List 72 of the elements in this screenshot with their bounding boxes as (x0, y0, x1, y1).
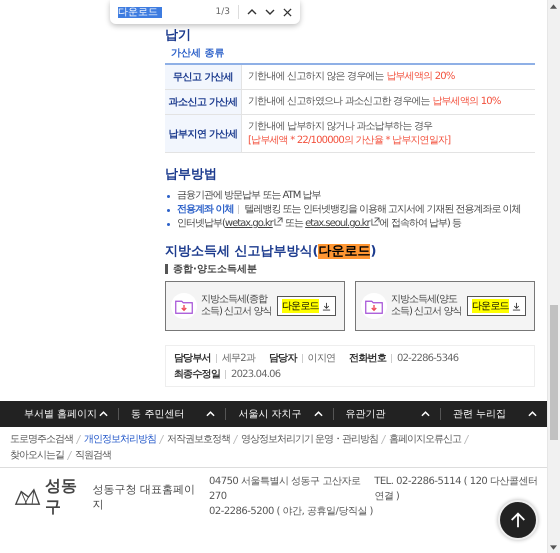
scroll-down-icon[interactable] (550, 545, 558, 550)
caret-up-icon (99, 411, 108, 417)
download-button[interactable]: 다운로드 (277, 296, 336, 316)
bullet-label: 가산세 종류 (171, 47, 226, 60)
footer-link[interactable]: 찾아오시는길 (10, 448, 64, 462)
next-match-icon[interactable] (265, 9, 275, 15)
contact-value: 세무2과 (222, 352, 255, 365)
list-text: 또는 (284, 218, 304, 229)
external-link-icon (274, 217, 283, 226)
footer-nav-item[interactable]: 서울시 자치구 (225, 408, 333, 420)
form-name: 지방소득세(양도소득) 신고서 양식 (391, 294, 462, 318)
caret-up-icon (314, 411, 323, 417)
method-label: 전용계좌 이체 (177, 204, 234, 215)
logo-text: 성동구 (45, 476, 78, 518)
footer-nav-item[interactable]: 부서별 홈페이지 (0, 408, 118, 420)
section-heading: 지방소득세 신고납부방식(다운로드) (165, 243, 378, 260)
contact-value: 02-2286-5346 (397, 352, 458, 364)
scroll-up-icon[interactable] (550, 4, 558, 9)
contact-value: 이지연 (308, 352, 336, 365)
table-cell-text: 기한내에 신고하지 않은 경우에는 납부세액의 20% (247, 70, 456, 84)
close-icon[interactable] (283, 8, 292, 16)
scroll-thumb[interactable] (550, 305, 558, 440)
match-count: 1/3 (216, 7, 230, 17)
form-name: 지방소득세(종합소득) 신고서 양식 (201, 294, 272, 318)
list-text: 에 접속하여 납부) 등 (380, 218, 462, 229)
subsection-title: 종합·양도소득세분 (173, 263, 257, 276)
back-to-top-button[interactable] (498, 500, 538, 540)
site-link[interactable]: etax.seoul.go.kr (305, 218, 370, 229)
table-header-cell: 무신고 가산세 (165, 65, 242, 89)
download-button[interactable]: 다운로드 (467, 296, 526, 316)
list-text: 텔레뱅킹 또는 인터넷뱅킹을 이용해 고지서에 기재된 전용계좌로 이체 (244, 204, 521, 215)
footer-nav-item[interactable]: 동 주민센터 (118, 408, 226, 420)
folder-download-icon (175, 298, 193, 314)
site-name: 성동구청 대표홈페이지 (92, 482, 195, 512)
contact-label: 담당자 (268, 352, 297, 365)
caret-up-icon (528, 411, 538, 417)
footer-nav-item[interactable]: 유관기관 (332, 408, 440, 420)
contact-label: 담당부서 (174, 352, 211, 365)
footer-link[interactable]: 개인정보처리방침 (84, 432, 156, 446)
caret-up-icon (206, 411, 216, 417)
table-header-cell: 과소신고 가산세 (165, 90, 242, 114)
footer-link[interactable]: 저작권보호정책 (167, 432, 230, 446)
address-text: 04750 서울특별시 성동구 고산자로 270 (208, 475, 362, 504)
scrollbar[interactable] (547, 0, 560, 553)
download-icon (322, 302, 331, 310)
emblem-icon (14, 486, 42, 506)
list-text: 인터넷납부( (177, 218, 225, 229)
bullet-icon (167, 195, 170, 198)
table-cell-text: 기한내에 납부하지 않거나 과소납부하는 경우 [납부세액 * 22/100000의 가산율 * 납부지연일자] (247, 120, 452, 148)
contact-label: 전화번호 (349, 352, 386, 365)
site-link[interactable]: wetax.go.kr (224, 218, 273, 229)
footer-link[interactable]: 영상정보처리기기 운영・관리방침 (241, 432, 378, 446)
contact-value: 2023.04.06 (231, 368, 280, 380)
footer-link[interactable]: 도로명주소검색 (10, 432, 73, 446)
external-link-icon (370, 217, 380, 226)
section-heading: 납부방법 (165, 166, 218, 183)
previous-match-icon[interactable] (247, 9, 257, 15)
footer-link[interactable]: 홈페이지오류신고 (389, 432, 462, 446)
download-icon (512, 302, 521, 310)
caret-up-icon (420, 411, 430, 417)
footer-link[interactable]: 직원검색 (75, 448, 111, 462)
list-text: 금융기관에 방문납부 또는 ATM 납부 (177, 190, 321, 201)
phone-text: TEL. 02-2286-5114 ( 120 다산콜센터 연결 ) (374, 475, 538, 504)
folder-download-icon (365, 298, 384, 314)
bullet-icon (167, 209, 170, 212)
table-header-cell: 납부지연 가산세 (165, 115, 242, 152)
bullet-icon (167, 223, 170, 226)
phone-text: 02-2286-5200 ( 야간, 공휴일/당직실 ) (208, 505, 373, 519)
contact-label: 최종수정일 (174, 368, 220, 381)
section-heading: 납기 (165, 27, 192, 44)
arrow-up-icon (509, 511, 527, 529)
table-cell-text: 기한내에 신고하였으나 과소신고한 경우에는 납부세액의 10% (247, 95, 502, 109)
